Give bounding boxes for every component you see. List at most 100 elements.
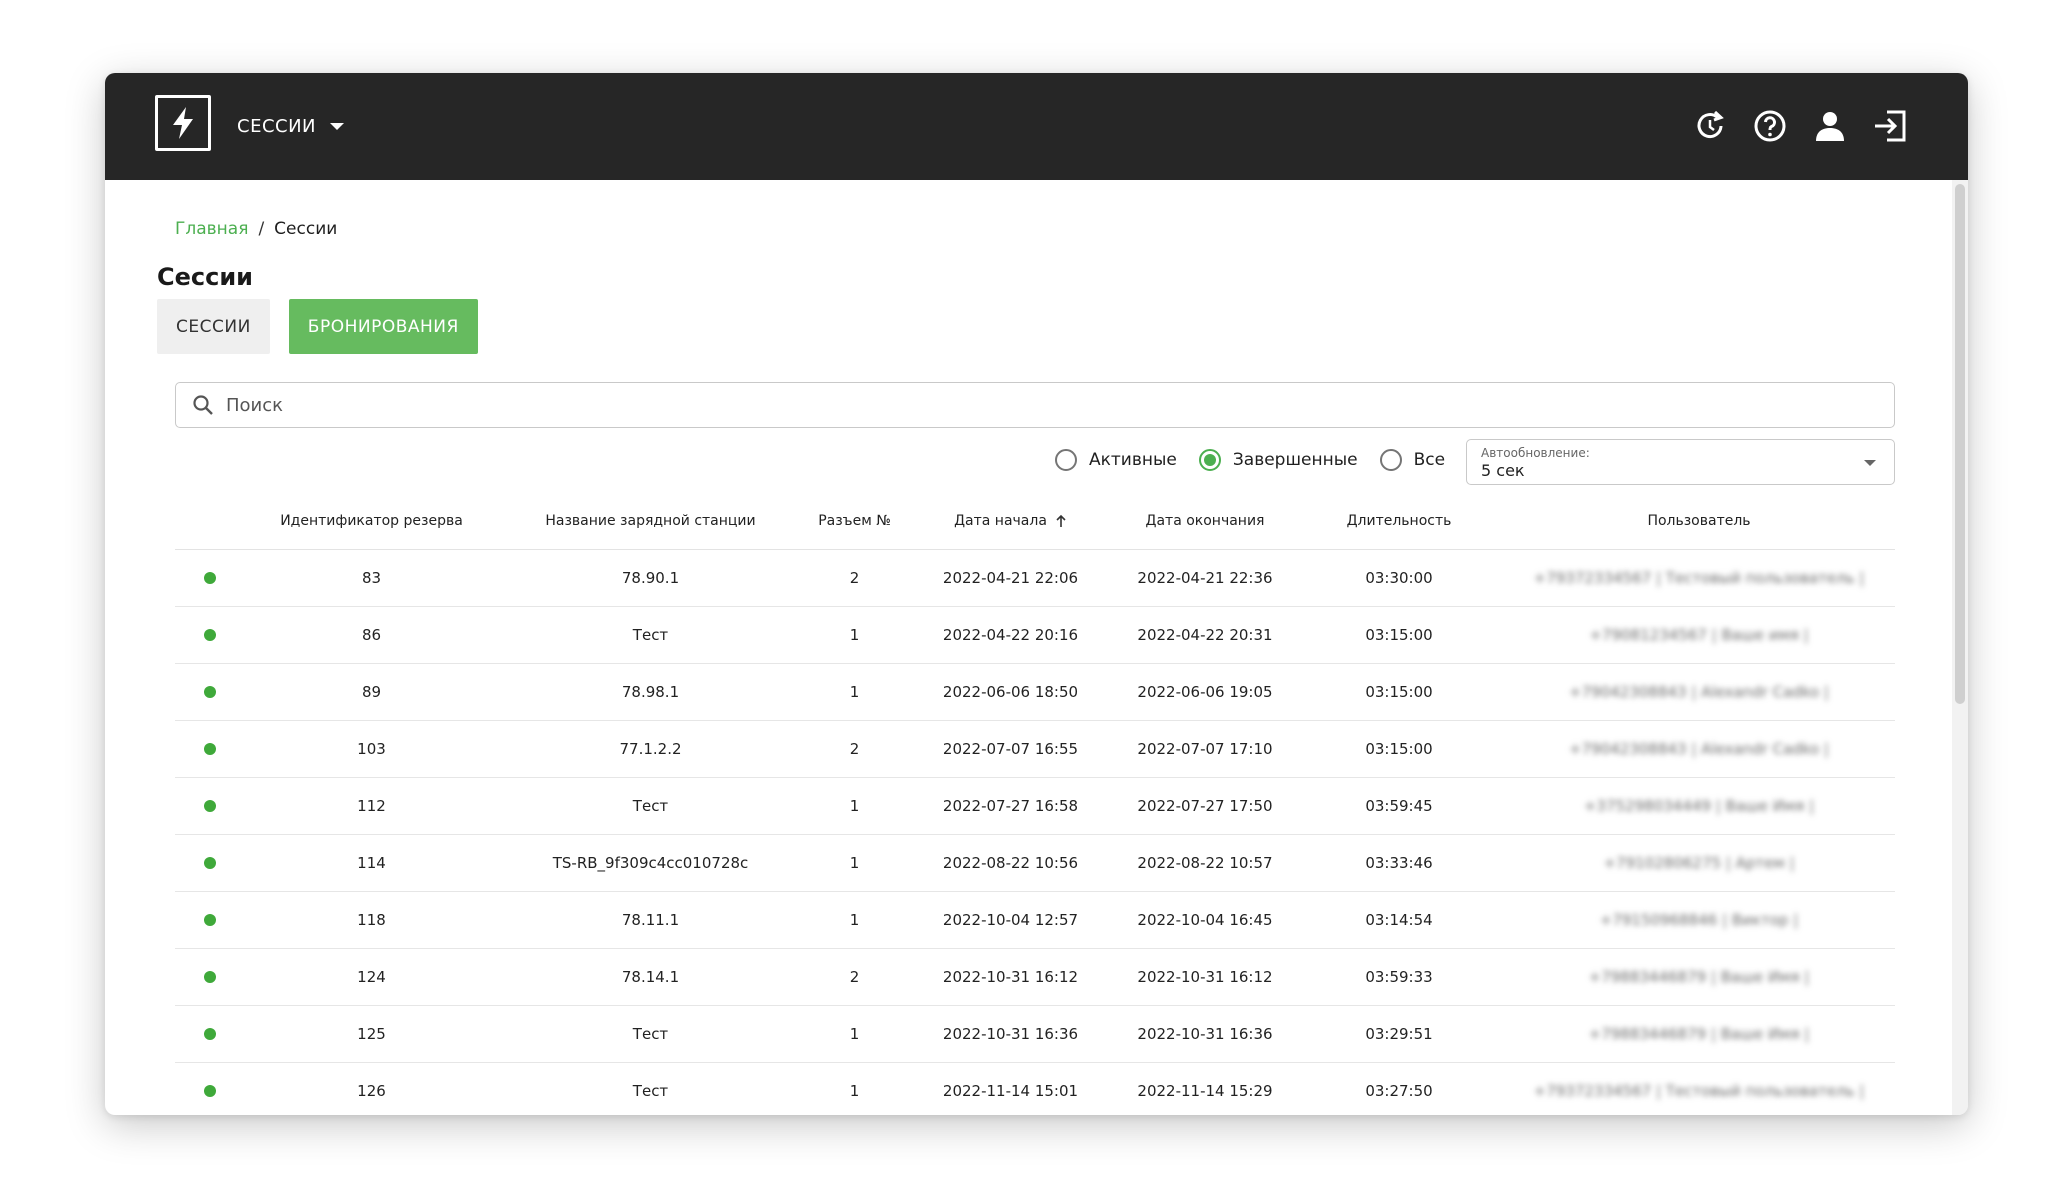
cell-duration: 03:15:00: [1365, 740, 1433, 758]
search-icon: [193, 395, 213, 415]
filter-active-label: Активные: [1089, 450, 1177, 470]
breadcrumb-home-link[interactable]: Главная: [175, 219, 248, 239]
page-title: Сессии: [157, 263, 253, 291]
cell-station: 77.1.2.2: [619, 740, 682, 758]
tab-sessions[interactable]: СЕССИИ: [157, 299, 270, 354]
table-row[interactable]: 124 78.14.1 2 2022-10-31 16:12 2022-10-3…: [175, 949, 1895, 1006]
status-cell: [175, 686, 245, 698]
cell-duration: 03:15:00: [1365, 626, 1433, 644]
cell-id: 125: [357, 1025, 386, 1043]
filter-all-label: Все: [1413, 450, 1446, 470]
status-cell: [175, 743, 245, 755]
cell-duration: 03:59:33: [1365, 968, 1433, 986]
logout-icon[interactable]: [1872, 108, 1908, 144]
user-name: +79081234567 | Ваше имя |: [1589, 626, 1809, 644]
cell-connector: 1: [849, 911, 860, 929]
sessions-menu-dropdown[interactable]: СЕССИИ: [237, 111, 345, 141]
table-row[interactable]: 125 Тест 1 2022-10-31 16:36 2022-10-31 1…: [175, 1006, 1895, 1063]
cell-start: 2022-11-14 15:01: [942, 1082, 1079, 1100]
cell-user: +79081234567 | Ваше имя |: [1503, 626, 1895, 644]
cell-station: Тест: [632, 1025, 669, 1043]
cell-station: Тест: [632, 1082, 669, 1100]
autoupdate-value: 5 сек: [1481, 461, 1525, 480]
status-dot: [204, 629, 216, 641]
cell-start: 2022-04-22 20:16: [942, 626, 1079, 644]
cell-duration: 03:29:51: [1365, 1025, 1433, 1043]
search-input[interactable]: [224, 393, 1894, 417]
status-filter: Активные Завершенные Все: [1055, 437, 1445, 483]
header-id[interactable]: Идентификатор резерва: [245, 513, 498, 529]
table-row[interactable]: 86 Тест 1 2022-04-22 20:16 2022-04-22 20…: [175, 607, 1895, 664]
cell-station: 78.98.1: [621, 683, 680, 701]
cell-start: 2022-06-06 18:50: [942, 683, 1079, 701]
status-cell: [175, 1085, 245, 1097]
status-dot: [204, 686, 216, 698]
radio-button[interactable]: [1379, 449, 1402, 471]
breadcrumb: Главная / Сессии: [175, 219, 337, 239]
status-dot: [204, 1028, 216, 1040]
breadcrumb-separator: /: [258, 219, 265, 239]
table-row[interactable]: 103 77.1.2.2 2 2022-07-07 16:55 2022-07-…: [175, 721, 1895, 778]
table-row[interactable]: 118 78.11.1 1 2022-10-04 12:57 2022-10-0…: [175, 892, 1895, 949]
help-circle-icon[interactable]: [1752, 108, 1788, 144]
cell-connector: 1: [849, 1025, 860, 1043]
user-name: +79042308843 | Alexandr Cadko |: [1569, 740, 1829, 758]
cell-start: 2022-10-31 16:12: [942, 968, 1079, 986]
filter-completed-label: Завершенные: [1232, 450, 1358, 470]
cell-start: 2022-07-27 16:58: [942, 797, 1079, 815]
header-user[interactable]: Пользователь: [1503, 513, 1895, 529]
autoupdate-label: Автообновление:: [1481, 446, 1590, 460]
status-dot: [204, 1085, 216, 1097]
cell-duration: 03:15:00: [1365, 683, 1433, 701]
table-row[interactable]: 89 78.98.1 1 2022-06-06 18:50 2022-06-06…: [175, 664, 1895, 721]
lightning-bolt-icon[interactable]: [155, 95, 211, 151]
tab-bookings[interactable]: БРОНИРОВАНИЯ: [288, 299, 478, 354]
filter-completed[interactable]: Завершенные: [1198, 449, 1358, 471]
scrollbar-thumb[interactable]: [1955, 184, 1965, 704]
user-icon[interactable]: [1812, 108, 1848, 144]
cell-id: 86: [361, 626, 382, 644]
status-cell: [175, 629, 245, 641]
cell-duration: 03:33:46: [1365, 854, 1433, 872]
table-row[interactable]: 126 Тест 1 2022-11-14 15:01 2022-11-14 1…: [175, 1063, 1895, 1115]
cell-end: 2022-07-07 17:10: [1137, 740, 1273, 758]
radio-button[interactable]: [1055, 449, 1077, 471]
cell-end: 2022-08-22 10:57: [1137, 854, 1273, 872]
user-name: +79883446879 | Ваше Имя |: [1588, 1025, 1810, 1043]
radio-button-checked[interactable]: [1198, 449, 1221, 471]
cell-duration: 03:59:45: [1365, 797, 1433, 815]
status-cell: [175, 857, 245, 869]
refresh-clock-icon[interactable]: [1692, 108, 1728, 144]
cell-end: 2022-10-31 16:12: [1137, 968, 1273, 986]
cell-end: 2022-10-31 16:36: [1137, 1025, 1273, 1043]
search-bar: [175, 382, 1895, 428]
cell-id: 89: [361, 683, 382, 701]
filter-all[interactable]: Все: [1379, 449, 1446, 471]
autoupdate-select[interactable]: Автообновление: 5 сек: [1466, 439, 1895, 485]
header-duration[interactable]: Длительность: [1295, 513, 1503, 529]
cell-id: 124: [357, 968, 386, 986]
cell-connector: 1: [849, 1082, 860, 1100]
cell-connector: 1: [849, 626, 860, 644]
cell-start: 2022-04-21 22:06: [942, 569, 1079, 587]
status-cell: [175, 800, 245, 812]
filter-active[interactable]: Активные: [1055, 449, 1177, 471]
header-connector[interactable]: Разъем №: [803, 513, 906, 529]
table-row[interactable]: 83 78.90.1 2 2022-04-21 22:06 2022-04-21…: [175, 550, 1895, 607]
header-start-date[interactable]: Дата начала: [906, 513, 1115, 529]
table-body: 83 78.90.1 2 2022-04-21 22:06 2022-04-21…: [175, 550, 1895, 1115]
cell-station: 78.11.1: [621, 911, 680, 929]
page-scrollbar[interactable]: [1952, 180, 1968, 1115]
menu-label: СЕССИИ: [237, 115, 317, 137]
cell-start: 2022-07-07 16:55: [942, 740, 1079, 758]
header-end-date[interactable]: Дата окончания: [1115, 513, 1295, 529]
table-row[interactable]: 112 Тест 1 2022-07-27 16:58 2022-07-27 1…: [175, 778, 1895, 835]
cell-start: 2022-08-22 10:56: [942, 854, 1079, 872]
cell-connector: 2: [849, 968, 860, 986]
cell-id: 126: [357, 1082, 386, 1100]
cell-end: 2022-11-14 15:29: [1137, 1082, 1273, 1100]
cell-station: TS-RB_9f309c4cc010728c: [552, 854, 749, 872]
cell-end: 2022-06-06 19:05: [1137, 683, 1273, 701]
header-station[interactable]: Название зарядной станции: [498, 513, 803, 529]
table-row[interactable]: 114 TS-RB_9f309c4cc010728c 1 2022-08-22 …: [175, 835, 1895, 892]
